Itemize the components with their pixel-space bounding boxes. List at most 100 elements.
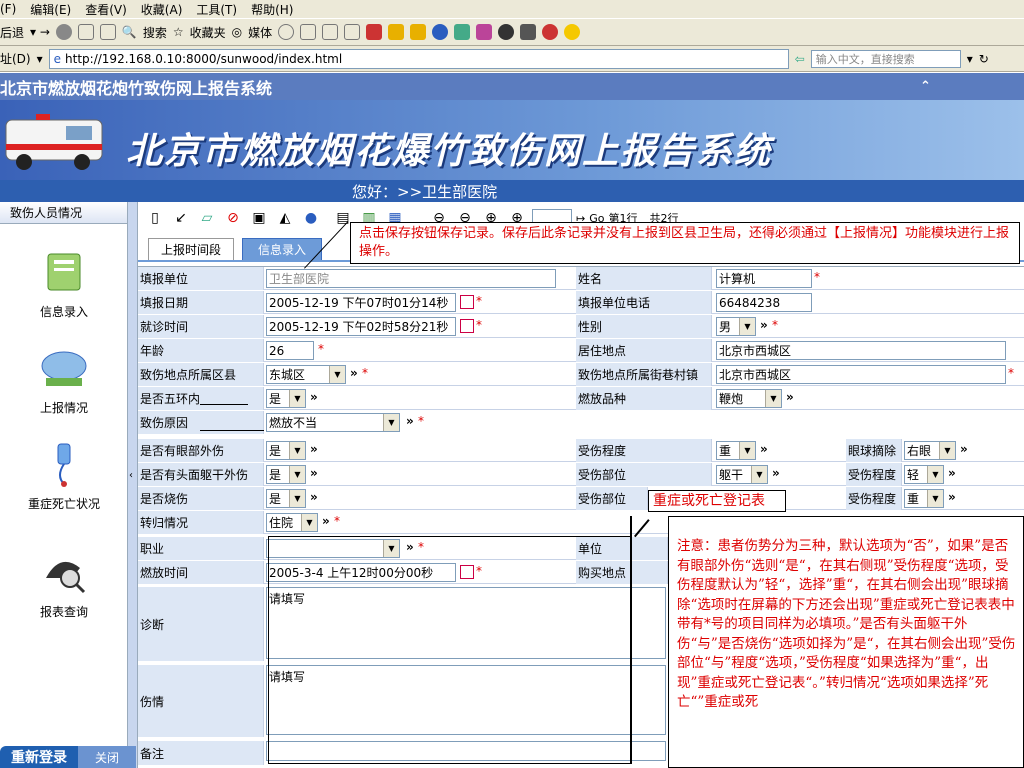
more-icon[interactable]: » [406,414,414,428]
sex-select[interactable]: 男 ▼ [716,317,756,336]
refresh-icon[interactable] [77,24,94,40]
favorites-icon[interactable]: ☆ [173,25,184,39]
dropdown-arrow-icon[interactable]: ▼ [289,390,305,407]
more-icon[interactable]: » [760,442,768,456]
plugin-icon-7[interactable] [498,24,515,40]
delete-icon[interactable]: ⊘ [222,207,244,229]
dropdown-arrow-icon[interactable]: ▼ [939,442,955,459]
eyeball-removal-select[interactable]: 右眼 ▼ [904,441,956,460]
back-button[interactable]: 后退 [0,24,24,41]
tab-info-entry[interactable]: 信息录入 [242,238,322,260]
severity-select[interactable]: 重 ▼ [716,441,756,460]
more-icon[interactable]: » [960,442,968,456]
home-icon[interactable] [99,24,116,40]
undo-arrow-icon[interactable]: ↙ [170,207,192,229]
more-icon[interactable]: » [310,466,318,480]
more-icon[interactable]: » [786,390,794,404]
diagnosis-textarea[interactable]: 请填写 [266,587,666,659]
tab-report-period[interactable]: 上报时间段 [148,238,234,260]
dropdown-arrow-icon[interactable]: ▼ [383,540,399,557]
open-folder-icon[interactable]: ▱ [196,207,218,229]
dropdown-arrow-icon[interactable]: ▼ [927,490,943,507]
more-icon[interactable]: » [310,390,318,404]
variety-select[interactable]: 鞭炮 ▼ [716,389,782,408]
sidebar-item-severe-death[interactable]: 重症死亡状况 [0,440,128,512]
dropdown-arrow-icon[interactable]: ▼ [289,442,305,459]
age-field[interactable]: 26 [266,341,314,360]
sidebar-item-info-entry[interactable]: 信息录入 [0,248,128,320]
smiley-icon[interactable] [564,24,581,40]
sidebar-item-report-status[interactable]: 上报情况 [0,344,128,416]
residence-field[interactable]: 北京市西城区 [716,341,1006,360]
district-select[interactable]: 东城区 ▼ [266,365,346,384]
plugin-icon-8[interactable] [520,24,537,40]
more-icon[interactable]: » [310,442,318,456]
menu-edit[interactable]: 编辑(E) [30,1,71,18]
street-field[interactable]: 北京市西城区 [716,365,1006,384]
dropdown-arrow-icon[interactable]: ▼ [739,318,755,335]
media-icon[interactable]: ◎ [232,25,242,39]
date-field[interactable]: 2005-12-19 下午07时01分14秒 [266,293,456,312]
menu-tools[interactable]: 工具(T) [196,1,237,18]
favorites-button[interactable]: 收藏夹 [190,24,226,41]
calendar-icon[interactable] [460,295,474,309]
injury-condition-textarea[interactable]: 请填写 [266,665,666,735]
injury-part-select[interactable]: 躯干 ▼ [716,465,768,484]
web-search-input[interactable]: 输入中文，直接搜索 [810,49,961,68]
mail-icon[interactable] [300,24,317,40]
copy-icon[interactable]: ▯ [144,207,166,229]
menu-view[interactable]: 查看(V) [85,1,127,18]
eye-injury-select[interactable]: 是 ▼ [266,441,306,460]
find-icon[interactable]: ◭ [274,207,296,229]
plugin-icon-6[interactable] [476,24,493,40]
menu-help[interactable]: 帮助(H) [251,1,293,18]
cause-select[interactable]: 燃放不当 ▼ [266,413,400,432]
more-icon[interactable]: » [948,490,956,504]
dropdown-arrow-icon[interactable]: ▼ [289,466,305,483]
unit-field[interactable]: 卫生部医院 [266,269,556,288]
remark-field[interactable] [266,741,666,761]
ring-select[interactable]: 是 ▼ [266,389,306,408]
menu-file[interactable]: (F) [0,2,16,16]
more-icon[interactable]: » [406,540,414,554]
history-icon[interactable] [278,24,295,40]
print-icon[interactable] [322,24,339,40]
calendar-icon[interactable] [460,319,474,333]
plugin-icon-1[interactable] [366,24,383,40]
firework-time-field[interactable]: 2005-3-4 上午12时00分00秒 [266,563,456,582]
save-icon[interactable]: ▣ [248,207,270,229]
dropdown-arrow-icon[interactable]: ▼ [739,442,755,459]
dropdown-arrow-icon[interactable]: ▼ [765,390,781,407]
burn-select[interactable]: 是 ▼ [266,489,306,508]
relogin-button[interactable]: 重新登录 [0,746,78,768]
dropdown-arrow-icon[interactable]: ▼ [301,514,317,531]
plugin-icon-5[interactable] [454,24,471,40]
severity2-select[interactable]: 轻 ▼ [904,465,944,484]
phone-field[interactable]: 66484238 [716,293,812,312]
calendar-icon[interactable] [460,565,474,579]
head-trunk-injury-select[interactable]: 是 ▼ [266,465,306,484]
name-field[interactable]: 计算机 [716,269,812,288]
more-icon[interactable]: » [772,466,780,480]
dropdown-arrow-icon[interactable]: ▼ [329,366,345,383]
plugin-icon-4[interactable] [432,24,449,40]
dropdown-arrow-icon[interactable]: ▼ [927,466,943,483]
back-dropdown-icon[interactable]: ▾ → [30,25,50,39]
dropdown-arrow-icon[interactable]: ▼ [383,414,399,431]
more-icon[interactable]: » [350,366,358,380]
dropdown-arrow-icon[interactable]: ▼ [289,490,305,507]
stop-icon[interactable] [55,24,72,40]
sidebar-item-report-query[interactable]: 报表查询 [0,548,128,620]
edit-icon[interactable] [344,24,361,40]
more-icon[interactable]: » [310,490,318,504]
plugin-icon-9[interactable] [542,24,559,40]
collapse-up-icon[interactable]: ⌃ [920,79,931,94]
plugin-icon-3[interactable] [410,24,427,40]
go-arrow-icon[interactable]: ↻ [979,52,989,66]
globe-icon[interactable]: ● [300,207,322,229]
collapse-left-icon[interactable]: ‹ [129,470,133,481]
more-icon[interactable]: » [322,514,330,528]
media-button[interactable]: 媒体 [248,24,272,41]
sidebar-collapse-strip[interactable]: ‹ [128,202,138,768]
dropdown-arrow-icon[interactable]: ▼ [751,466,767,483]
